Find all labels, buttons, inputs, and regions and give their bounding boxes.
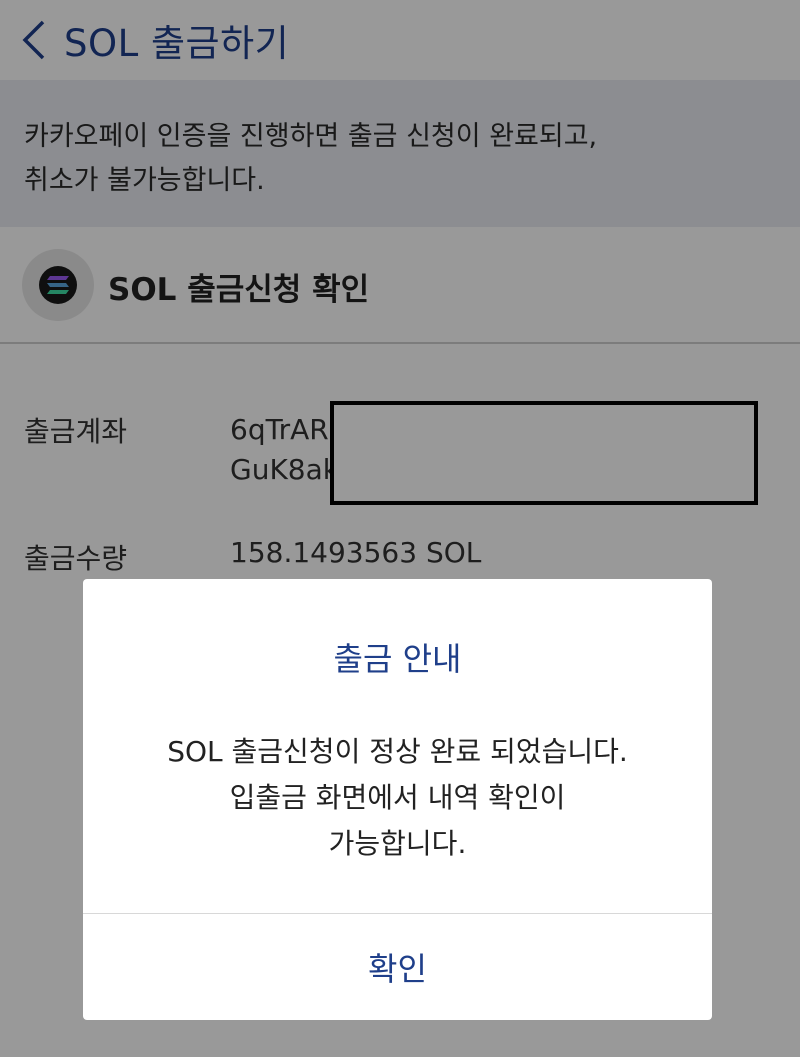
- dialog-message-line-2: 입출금 화면에서 내역 확인이: [229, 781, 566, 814]
- dialog-message: SOL 출금신청이 정상 완료 되었습니다. 입출금 화면에서 내역 확인이 가…: [83, 729, 712, 867]
- dialog-message-line-1: SOL 출금신청이 정상 완료 되었습니다.: [167, 735, 628, 768]
- confirm-button[interactable]: 확인: [83, 914, 712, 1020]
- dialog-title: 출금 안내: [333, 640, 462, 678]
- dialog-message-line-3: 가능합니다.: [328, 827, 467, 860]
- withdrawal-notice-dialog: 출금 안내 SOL 출금신청이 정상 완료 되었습니다. 입출금 화면에서 내역…: [83, 579, 712, 1020]
